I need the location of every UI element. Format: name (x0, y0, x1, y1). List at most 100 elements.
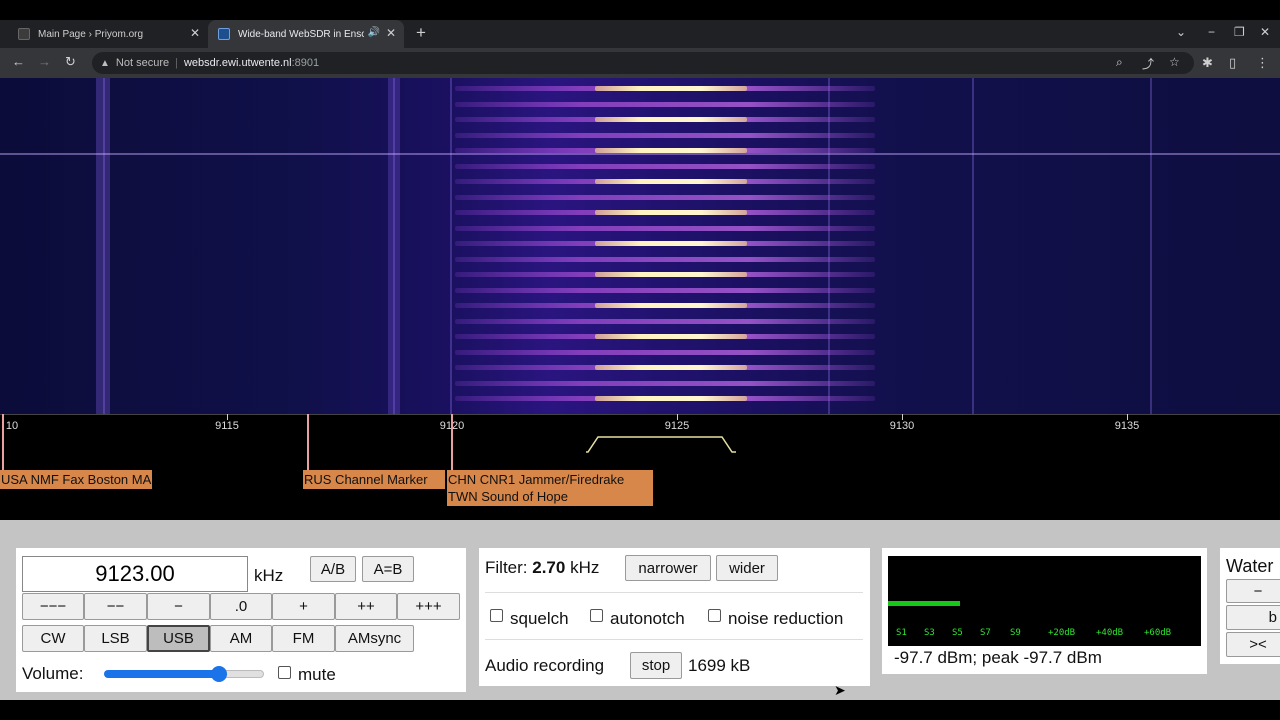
filter-divider (485, 592, 863, 593)
vfo-ab-button[interactable]: A/B (310, 556, 356, 582)
mode-fm-button[interactable]: FM (272, 625, 335, 652)
recording-divider (485, 639, 863, 640)
frequency-scale[interactable]: 10 9115 9120 9125 9130 9135 USA NMF Fax … (0, 414, 1280, 520)
step-up-small-button[interactable]: + (272, 593, 335, 620)
mute-label: mute (298, 665, 336, 684)
noise-reduction-checkbox[interactable] (708, 609, 721, 622)
volume-label: Volume: (22, 664, 84, 683)
browser-toolbar: ← → ↻ ▲ Not secure | websdr.ewi.utwente.… (0, 48, 1280, 78)
vfo-a-equals-b-button[interactable]: A=B (362, 556, 414, 582)
squelch-checkbox[interactable] (490, 609, 503, 622)
waterfall-signal-core (595, 241, 747, 246)
waterfall-b-button[interactable]: b (1226, 605, 1280, 630)
side-panel-icon[interactable]: ▯ (1229, 55, 1236, 71)
reload-icon[interactable]: ↻ (65, 54, 76, 70)
waterfall-signal-core (595, 334, 747, 339)
minimize-icon[interactable]: − (1208, 25, 1215, 39)
volume-slider-thumb[interactable] (211, 666, 227, 682)
waterfall-signal-trace (1150, 78, 1152, 414)
browser-menu-icon[interactable]: ⋮ (1256, 55, 1269, 71)
tab-priyom[interactable]: Main Page › Priyom.org ✕ (8, 20, 208, 48)
waterfall-signal-trace (972, 78, 974, 414)
frequency-input[interactable]: 9123.00 (22, 556, 248, 592)
back-arrow-icon[interactable]: ← (12, 54, 25, 69)
station-label-nmf[interactable]: USA NMF Fax Boston MA (0, 470, 153, 489)
waterfall-carrier-line (0, 153, 1280, 155)
s-meter-scale-label: S5 (952, 628, 963, 638)
zoom-icon[interactable]: ⌕ (1116, 55, 1123, 70)
station-label-sound-of-hope[interactable]: TWN Sound of Hope (448, 488, 652, 505)
address-bar[interactable]: ▲ Not secure | websdr.ewi.utwente.nl :89… (92, 52, 1194, 74)
station-marker-line (307, 414, 309, 470)
waterfall-signal-trace (828, 78, 830, 414)
station-label-cnr1[interactable]: CHN CNR1 Jammer/Firedrake (448, 471, 652, 488)
waterfall-signal-core (595, 396, 747, 401)
step-down-medium-button[interactable]: −− (84, 593, 147, 620)
mode-lsb-button[interactable]: LSB (84, 625, 147, 652)
speaker-icon[interactable]: 🔊 (368, 27, 380, 38)
waterfall-signal-burst (455, 350, 875, 355)
waterfall-signal-burst (455, 164, 875, 169)
filter-wider-button[interactable]: wider (716, 555, 778, 581)
step-up-medium-button[interactable]: ++ (335, 593, 397, 620)
recording-stop-button[interactable]: stop (630, 652, 682, 679)
waterfall-signal-core (595, 86, 747, 91)
waterfall-signal-core (595, 148, 747, 153)
filter-bandwidth-value: 2.70 (532, 558, 566, 577)
bookmark-star-icon[interactable]: ☆ (1169, 55, 1180, 69)
passband-indicator[interactable] (586, 434, 736, 454)
step-down-large-button[interactable]: −−− (22, 593, 84, 620)
waterfall-swap-button[interactable]: >< (1226, 632, 1280, 657)
not-secure-label[interactable]: Not secure (116, 57, 169, 69)
mode-am-button[interactable]: AM (210, 625, 272, 652)
mode-amsync-button[interactable]: AMsync (335, 625, 414, 652)
waterfall-display[interactable] (0, 78, 1280, 414)
tab-title: Wide-band WebSDR in Ensch (238, 28, 364, 40)
waterfall-settings-panel: Water − b >< (1220, 548, 1280, 664)
waterfall-signal-burst (455, 195, 875, 200)
extensions-puzzle-icon[interactable]: ✱ (1202, 55, 1213, 71)
step-up-large-button[interactable]: +++ (397, 593, 460, 620)
url-port: :8901 (291, 57, 320, 69)
close-tab-icon[interactable]: ✕ (190, 26, 200, 40)
share-icon[interactable]: ⤴ (1142, 55, 1154, 72)
tab-strip: Main Page › Priyom.org ✕ Wide-band WebSD… (0, 20, 1280, 48)
scale-tick-label: 10 (5, 420, 19, 432)
mouse-pointer-icon: ➤ (834, 682, 846, 698)
close-window-icon[interactable]: ✕ (1260, 25, 1270, 39)
s-meter-display: S1 S3 S5 S7 S9 +20dB +40dB +60dB (888, 556, 1201, 646)
websdr-favicon-icon (218, 28, 230, 40)
waterfall-signal-burst (455, 381, 875, 386)
restore-icon[interactable]: ❐ (1234, 25, 1245, 39)
waterfall-minus-button[interactable]: − (1226, 579, 1280, 603)
tab-websdr[interactable]: Wide-band WebSDR in Ensch 🔊 ✕ (208, 20, 404, 48)
station-marker-line (2, 414, 4, 470)
signal-level-readout: -97.7 dBm; peak -97.7 dBm (894, 648, 1102, 667)
step-down-small-button[interactable]: − (147, 593, 210, 620)
filter-panel: Filter: 2.70 kHz narrower wider squelch … (479, 548, 870, 686)
new-tab-plus-icon[interactable]: + (416, 23, 426, 43)
mode-cw-button[interactable]: CW (22, 625, 84, 652)
station-marker-line (451, 414, 453, 470)
waterfall-signal-trace (393, 78, 395, 414)
close-tab-icon[interactable]: ✕ (386, 26, 396, 40)
volume-slider[interactable] (104, 666, 264, 682)
noise-reduction-label: noise reduction (728, 609, 844, 628)
filter-label-text: Filter: (485, 558, 528, 577)
round-frequency-button[interactable]: .0 (210, 593, 272, 620)
mode-usb-button[interactable]: USB (147, 625, 210, 652)
mute-checkbox[interactable] (278, 666, 291, 679)
s-meter-scale-label: S7 (980, 628, 991, 638)
frequency-unit: kHz (254, 566, 284, 585)
station-label-channel-marker[interactable]: RUS Channel Marker (303, 470, 445, 489)
station-label-group[interactable]: CHN CNR1 Jammer/Firedrake TWN Sound of H… (447, 470, 653, 506)
window-titlebar (0, 0, 1280, 20)
filter-narrower-button[interactable]: narrower (625, 555, 711, 581)
waterfall-signal-trace (450, 78, 452, 414)
scale-baseline (0, 414, 1280, 415)
s-meter-scale-label: +60dB (1144, 628, 1172, 638)
forward-arrow-icon[interactable]: → (38, 54, 51, 69)
warning-triangle-icon[interactable]: ▲ (100, 58, 110, 69)
tab-search-chevron-icon[interactable]: ⌄ (1176, 25, 1186, 39)
autonotch-checkbox[interactable] (590, 609, 603, 622)
